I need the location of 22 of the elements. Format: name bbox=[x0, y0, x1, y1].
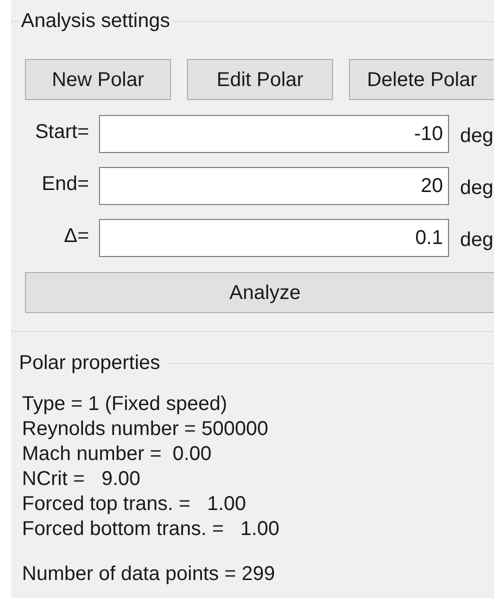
property-text: Forced bottom trans. = 1.00 bbox=[22, 517, 280, 542]
unit-label: deg bbox=[460, 176, 494, 201]
analyze-button[interactable]: Analyze bbox=[25, 272, 494, 313]
polar-button[interactable]: Delete Polar bbox=[349, 59, 494, 100]
field-label: End= bbox=[40, 172, 90, 197]
property-text: Type = 1 (Fixed speed) bbox=[22, 392, 228, 417]
property-text: Reynolds number = 500000 bbox=[22, 417, 270, 442]
polar-button[interactable]: Edit Polar bbox=[187, 59, 333, 100]
property-text: Number of data points = 299 bbox=[22, 562, 276, 587]
group-title: Polar properties bbox=[18, 351, 162, 376]
angle-field[interactable]: -10 bbox=[99, 115, 449, 153]
angle-field[interactable]: 20 bbox=[99, 167, 449, 205]
field-label: Δ= bbox=[62, 224, 90, 249]
unit-label: deg bbox=[460, 228, 494, 253]
property-text: Mach number = 0.00 bbox=[22, 442, 213, 467]
field-label: Start= bbox=[34, 120, 90, 145]
group-title: Analysis settings bbox=[20, 9, 171, 34]
property-text: Forced top trans. = 1.00 bbox=[22, 492, 248, 517]
angle-field[interactable]: 0.1 bbox=[99, 219, 449, 257]
property-text: NCrit = 9.00 bbox=[22, 467, 142, 492]
unit-label: deg bbox=[460, 124, 494, 149]
polar-button[interactable]: New Polar bbox=[25, 59, 171, 100]
